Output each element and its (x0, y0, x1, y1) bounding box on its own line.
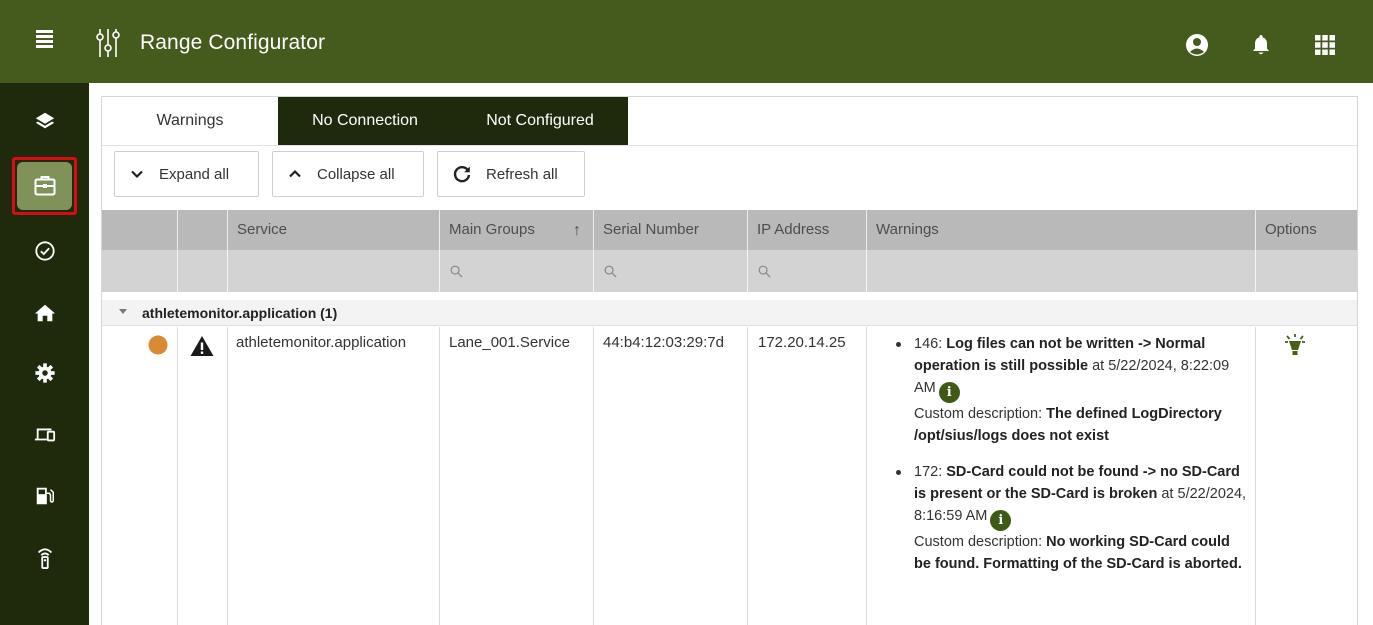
refresh-all-label: Refresh all (486, 165, 558, 183)
column-header-main-groups[interactable]: Main Groups ↑ (441, 210, 593, 250)
nav-fuel[interactable] (18, 472, 72, 520)
layers-icon (35, 112, 55, 129)
filter-row (102, 250, 1357, 292)
table-row: athletemonitor.application Lane_001.Serv… (102, 327, 1357, 625)
main-groups-filter[interactable] (441, 250, 463, 292)
tab-not-configured[interactable]: Not Configured (452, 97, 628, 145)
nav-settings[interactable] (18, 349, 72, 397)
warning-at: at (1088, 358, 1109, 374)
check-circle-icon (35, 241, 55, 261)
warning-code: 172: (914, 464, 947, 480)
tab-no-connection[interactable]: No Connection (278, 97, 452, 145)
nav-layers[interactable] (18, 97, 72, 145)
warning-triangle-icon (190, 336, 214, 356)
sort-ascending-icon: ↑ (573, 222, 581, 239)
chevron-down-icon (131, 170, 143, 179)
column-header-serial-number[interactable]: Serial Number (595, 210, 699, 250)
refresh-icon (453, 166, 471, 183)
cell-service: athletemonitor.application (236, 334, 407, 351)
remote-signal-icon (37, 548, 53, 569)
bell-icon[interactable] (1249, 33, 1273, 57)
group-label: athletemonitor.application (1) (142, 305, 338, 321)
info-icon[interactable]: i (938, 382, 960, 403)
app-title: Range Configurator (140, 31, 326, 54)
nav-remote[interactable] (18, 534, 72, 582)
custom-description-label: Custom description: (914, 406, 1047, 422)
warning-at: at (1157, 486, 1178, 502)
column-header-main-groups-label: Main Groups (449, 221, 535, 238)
lamp-icon[interactable] (1284, 333, 1306, 357)
menu-icon[interactable] (36, 30, 54, 50)
warning-item: 172: SD-Card could not be found -> no SD… (892, 461, 1247, 575)
column-header-warnings[interactable]: Warnings (868, 210, 939, 250)
search-icon (604, 265, 617, 277)
serial-number-filter[interactable] (595, 250, 617, 292)
cell-serial-number: 44:b4:12:03:29:7d (603, 334, 724, 351)
sliders-icon (96, 29, 120, 57)
cell-ip-address: 172.20.14.25 (758, 334, 846, 351)
warnings-list: 146: Log files can not be written -> Nor… (892, 333, 1247, 589)
top-app-bar: Range Configurator (0, 0, 1373, 83)
column-header-options[interactable]: Options (1257, 210, 1317, 250)
tab-warnings[interactable]: Warnings (102, 97, 278, 145)
nav-check[interactable] (18, 227, 72, 275)
tab-divider (102, 145, 1357, 146)
group-row[interactable]: athletemonitor.application (1) (102, 300, 1357, 326)
column-header-service[interactable]: Service (229, 210, 287, 250)
fuel-station-icon (36, 487, 54, 505)
cell-main-groups: Lane_001.Service (449, 334, 570, 351)
search-icon (450, 265, 463, 277)
collapse-caret-icon[interactable] (119, 309, 127, 314)
ip-address-filter[interactable] (749, 250, 771, 292)
collapse-all-button[interactable]: Collapse all (272, 151, 424, 197)
info-icon[interactable]: i (990, 510, 1012, 531)
search-icon (758, 265, 771, 277)
gear-icon (35, 363, 55, 383)
table-header: Service Main Groups ↑ Serial Number IP A… (102, 210, 1357, 250)
collapse-all-label: Collapse all (317, 165, 395, 183)
side-navigation (0, 83, 89, 625)
expand-all-button[interactable]: Expand all (114, 151, 259, 197)
apps-grid-icon[interactable] (1313, 33, 1337, 57)
custom-description-label: Custom description: (914, 534, 1047, 550)
nav-toolbox[interactable] (12, 157, 77, 215)
toolbar: Expand all Collapse all Refresh all (114, 151, 585, 197)
nav-home[interactable] (18, 289, 72, 337)
refresh-all-button[interactable]: Refresh all (437, 151, 585, 197)
expand-all-label: Expand all (159, 165, 230, 183)
devices-icon (34, 428, 56, 442)
content-panel: Warnings No Connection Not Configured Ex… (101, 96, 1358, 625)
home-icon (34, 304, 56, 322)
column-header-ip-address[interactable]: IP Address (749, 210, 829, 250)
warning-code: 146: (914, 336, 947, 352)
status-dot-icon (148, 335, 168, 355)
chevron-up-icon (289, 169, 301, 178)
tab-bar: Warnings No Connection Not Configured (102, 97, 628, 145)
toolbox-icon (34, 176, 55, 196)
account-icon[interactable] (1185, 33, 1209, 57)
warning-item: 146: Log files can not be written -> Nor… (892, 333, 1247, 447)
nav-devices[interactable] (18, 410, 72, 458)
